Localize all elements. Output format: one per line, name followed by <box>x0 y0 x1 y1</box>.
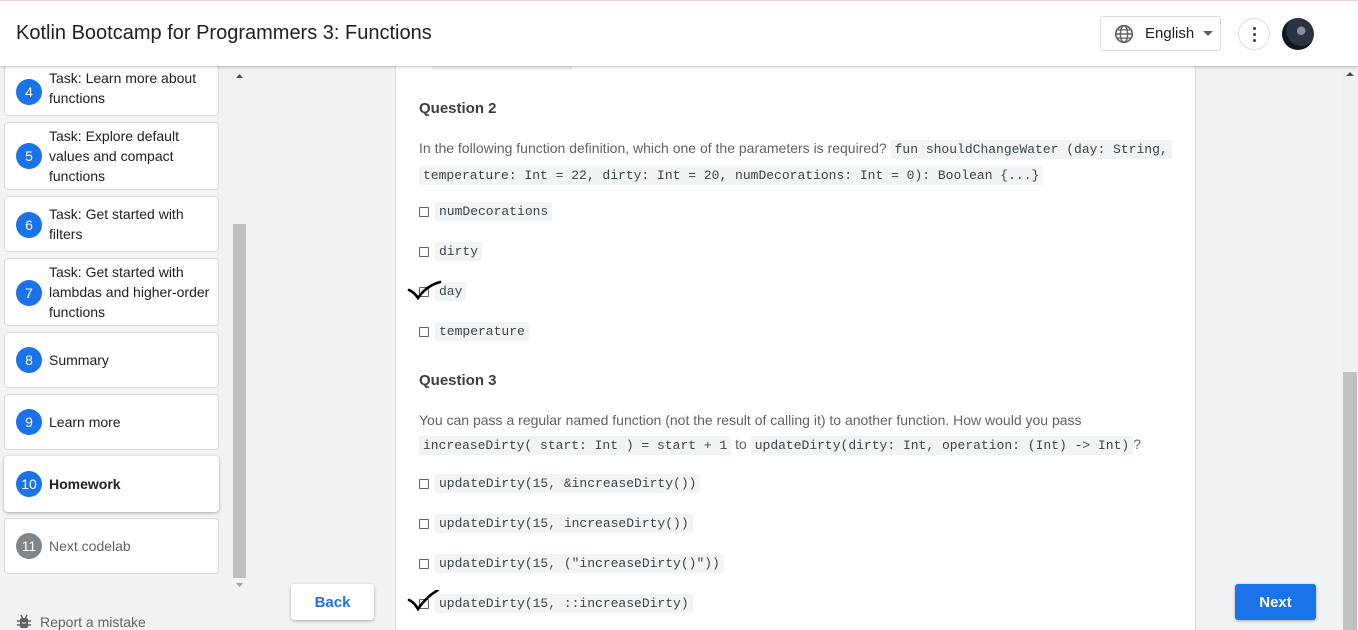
checkbox[interactable] <box>419 326 429 337</box>
back-button[interactable]: Back <box>291 584 374 620</box>
step-label: Learn more <box>49 414 121 430</box>
step-label: Next codelab <box>49 538 131 554</box>
report-mistake-link[interactable]: Report a mistake <box>16 614 146 630</box>
step-number: 7 <box>16 280 42 306</box>
language-selector[interactable]: English <box>1100 16 1221 51</box>
sidebar: 4 Task: Learn more about functions 5 Tas… <box>0 58 248 630</box>
sidebar-item-11[interactable]: 11 Next codelab <box>4 518 219 574</box>
main-scrollbar-thumb[interactable] <box>1343 372 1357 630</box>
step-label: Task: Explore default values and compact… <box>49 128 179 184</box>
q2-option-4[interactable]: temperature <box>419 322 529 341</box>
codelab-content: Question 2 In the following function def… <box>395 66 1196 630</box>
q3-option-2[interactable]: updateDirty(15, increaseDirty()) <box>419 514 693 533</box>
step-label: Task: Get started with lambdas and highe… <box>49 264 210 320</box>
q3-option-1[interactable]: updateDirty(15, &increaseDirty()) <box>419 474 701 493</box>
step-label: Task: Get started with filters <box>49 206 184 242</box>
chevron-down-icon <box>1203 31 1214 36</box>
scroll-up-icon[interactable] <box>232 70 247 82</box>
page-title: Kotlin Bootcamp for Programmers 3: Funct… <box>16 22 432 44</box>
scroll-up-icon[interactable] <box>1342 68 1358 80</box>
sidebar-item-9[interactable]: 9 Learn more <box>4 394 219 450</box>
q2-option-2[interactable]: dirty <box>419 242 483 261</box>
handwritten-check-icon <box>407 590 440 612</box>
step-number: 11 <box>16 533 42 559</box>
code-snippet: temperature: Int = 22, dirty: Int = 20, … <box>419 166 1044 185</box>
bug-icon <box>17 614 31 628</box>
code-snippet: fun shouldChangeWater (day: String, <box>890 140 1172 159</box>
code-snippet: increaseDirty( start: Int ) = start + 1 <box>419 436 732 455</box>
more-vert-icon <box>1253 27 1256 30</box>
sidebar-item-10[interactable]: 10 Homework <box>4 456 219 512</box>
sidebar-item-5[interactable]: 5 Task: Explore default values and compa… <box>4 122 219 190</box>
avatar[interactable] <box>1282 18 1314 50</box>
step-label: Homework <box>49 476 121 492</box>
step-number: 9 <box>16 409 42 435</box>
handwritten-check-icon <box>407 280 442 301</box>
step-number: 5 <box>16 143 42 169</box>
checkbox[interactable] <box>419 478 429 489</box>
q3-option-4[interactable]: updateDirty(15, ::increaseDirty) <box>419 594 693 613</box>
step-label: Task: Learn more about functions <box>49 70 197 106</box>
step-number: 6 <box>16 212 42 238</box>
question-2-text: In the following function definition, wh… <box>419 136 1179 188</box>
checkbox[interactable] <box>419 246 429 257</box>
checkbox[interactable] <box>419 206 429 217</box>
sidebar-item-7[interactable]: 7 Task: Get started with lambdas and hig… <box>4 258 219 326</box>
sidebar-scrollbar-thumb[interactable] <box>233 224 246 578</box>
globe-icon <box>1114 24 1134 43</box>
sidebar-item-8[interactable]: 8 Summary <box>4 332 219 388</box>
q3-option-3[interactable]: updateDirty(15, ("increaseDirty()")) <box>419 554 724 573</box>
question-3-text: You can pass a regular named function (n… <box>419 412 1141 455</box>
sidebar-item-4[interactable]: 4 Task: Learn more about functions <box>4 58 219 116</box>
step-number: 10 <box>16 471 42 497</box>
main-scrollbar[interactable] <box>1342 66 1358 630</box>
q2-option-1[interactable]: numDecorations <box>419 202 553 221</box>
report-mistake-label: Report a mistake <box>40 614 146 630</box>
sidebar-item-6[interactable]: 6 Task: Get started with filters <box>4 196 219 252</box>
question-3-title: Question 3 <box>419 372 497 389</box>
code-snippet: updateDirty(dirty: Int, operation: (Int)… <box>750 436 1134 455</box>
step-number: 8 <box>16 347 42 373</box>
language-label: English <box>1145 25 1195 42</box>
clipped-code-snippet <box>432 66 572 70</box>
step-label: Summary <box>49 352 109 368</box>
scroll-down-icon[interactable] <box>232 579 247 591</box>
question-2-title: Question 2 <box>419 100 497 117</box>
app-header: Kotlin Bootcamp for Programmers 3: Funct… <box>0 0 1358 66</box>
checkbox[interactable] <box>419 518 429 529</box>
next-button[interactable]: Next <box>1235 584 1316 620</box>
step-number: 4 <box>16 79 42 105</box>
more-options-button[interactable] <box>1238 18 1270 50</box>
checkbox[interactable] <box>419 558 429 569</box>
